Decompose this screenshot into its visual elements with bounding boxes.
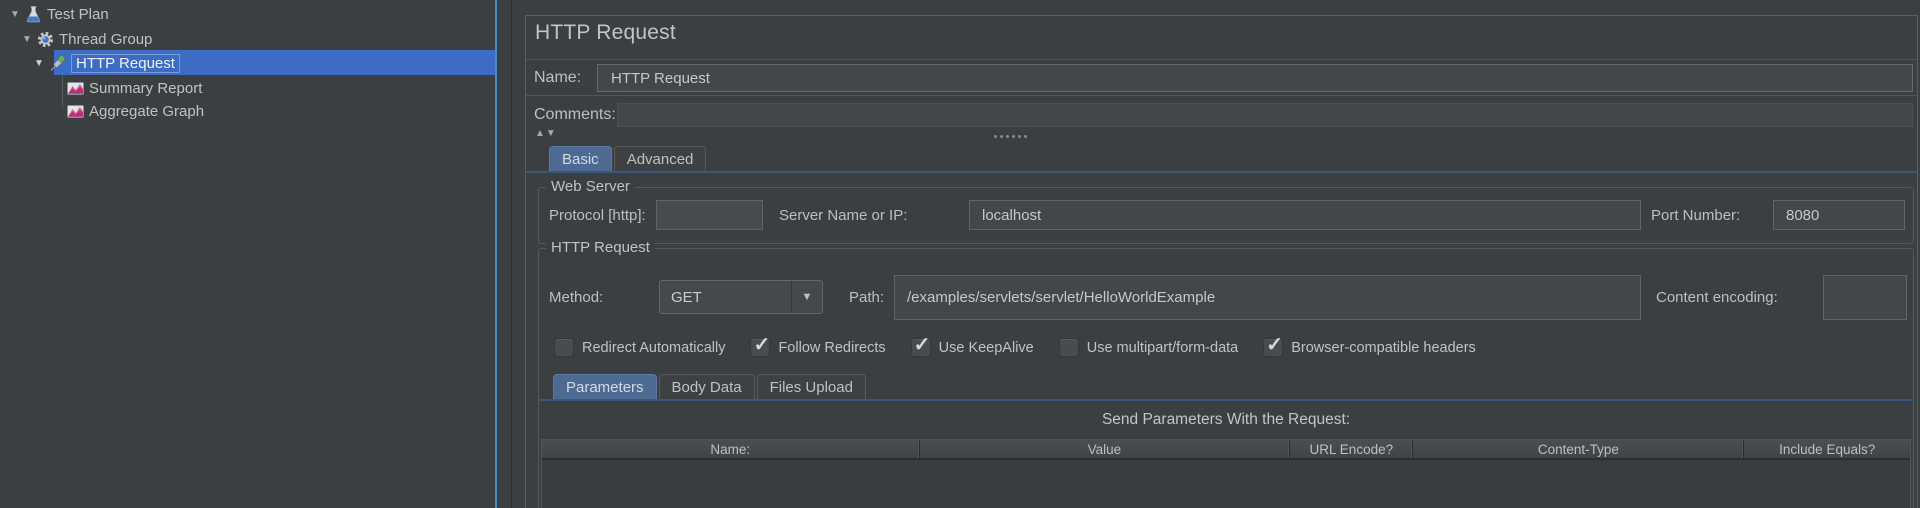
- column-header-include-equals[interactable]: Include Equals?: [1744, 440, 1910, 458]
- tab-underline: [526, 171, 1917, 173]
- method-selected-value: GET: [671, 281, 702, 313]
- test-plan-tree: ▼ Test Plan ▼ Thread Group ▼ HTTP Reques…: [0, 0, 495, 508]
- tab-body-data[interactable]: Body Data: [659, 374, 755, 399]
- server-name-input[interactable]: localhost: [969, 200, 1641, 230]
- thread-group-icon: [36, 30, 55, 49]
- split-pane-divider[interactable]: [495, 0, 497, 508]
- chevron-down-icon: ▼: [802, 291, 813, 303]
- tree-item-label: Aggregate Graph: [89, 103, 204, 120]
- expand-arrow-icon[interactable]: ▼: [32, 58, 46, 69]
- port-number-input[interactable]: 8080: [1773, 200, 1905, 230]
- http-request-icon: [48, 54, 67, 73]
- tree-item-label: Test Plan: [47, 6, 109, 23]
- tree-item-aggregate-graph[interactable]: Aggregate Graph: [0, 99, 495, 123]
- http-request-group: HTTP Request Method: GET ▼ Path: /exampl…: [538, 248, 1914, 508]
- tab-advanced[interactable]: Advanced: [614, 146, 707, 171]
- chart-icon: [66, 102, 85, 121]
- column-header-name[interactable]: Name:: [542, 440, 920, 458]
- path-label: Path:: [849, 289, 884, 306]
- test-plan-icon: [24, 5, 43, 24]
- protocol-input[interactable]: [656, 200, 763, 230]
- checkbox-icon[interactable]: [912, 339, 930, 357]
- tree-item-label: Thread Group: [59, 31, 152, 48]
- mode-tabs: Basic Advanced: [549, 146, 708, 171]
- send-parameters-title: Send Parameters With the Request:: [539, 411, 1913, 433]
- expand-arrow-icon[interactable]: ▼: [8, 9, 22, 20]
- path-input[interactable]: /examples/servlets/servlet/HelloWorldExa…: [894, 275, 1641, 320]
- checkbox-follow-redirects[interactable]: Follow Redirects: [751, 339, 885, 357]
- tab-basic[interactable]: Basic: [549, 146, 612, 171]
- checkbox-browser-compatible-headers[interactable]: Browser-compatible headers: [1264, 339, 1476, 357]
- http-request-editor: HTTP Request Name: HTTP Request Comments…: [525, 15, 1918, 508]
- splitter-grip-icon[interactable]: [994, 135, 1034, 139]
- parameters-table-header: Name: Value URL Encode? Content-Type Inc…: [542, 440, 1910, 460]
- checkbox-icon[interactable]: [1060, 339, 1078, 357]
- name-label: Name:: [534, 60, 581, 95]
- protocol-label: Protocol [http]:: [549, 207, 646, 224]
- checkbox-label: Redirect Automatically: [582, 340, 725, 356]
- group-legend: Web Server: [546, 178, 635, 195]
- checkbox-icon[interactable]: [1264, 339, 1282, 357]
- expand-arrow-icon[interactable]: ▼: [20, 34, 34, 45]
- dropdown-arrow-button[interactable]: ▼: [791, 281, 822, 313]
- comments-input[interactable]: [617, 103, 1913, 127]
- checkbox-label: Use KeepAlive: [939, 340, 1034, 356]
- tree-item-http-request[interactable]: ▼ HTTP Request: [0, 51, 495, 75]
- checkbox-label: Follow Redirects: [778, 340, 885, 356]
- tree-item-label: Summary Report: [89, 80, 202, 97]
- tree-item-summary-report[interactable]: Summary Report: [0, 76, 495, 100]
- tab-underline: [539, 399, 1913, 401]
- tab-files-upload[interactable]: Files Upload: [757, 374, 866, 399]
- name-input[interactable]: HTTP Request: [597, 64, 1913, 92]
- server-name-label: Server Name or IP:: [779, 207, 907, 224]
- method-label: Method:: [549, 289, 603, 306]
- collapse-toggle-icon[interactable]: ▲▼: [535, 128, 557, 139]
- checkbox-label: Use multipart/form-data: [1087, 340, 1239, 356]
- tab-parameters[interactable]: Parameters: [553, 374, 657, 399]
- method-dropdown[interactable]: GET ▼: [659, 280, 823, 314]
- jmeter-window: ▼ Test Plan ▼ Thread Group ▼ HTTP Reques…: [0, 0, 1920, 508]
- group-legend: HTTP Request: [546, 239, 655, 256]
- tree-item-label: HTTP Request: [71, 54, 180, 73]
- split-pane-divider-line: [511, 0, 512, 508]
- checkbox-use-multipart[interactable]: Use multipart/form-data: [1060, 339, 1239, 357]
- checkbox-icon[interactable]: [555, 339, 573, 357]
- tree-item-thread-group[interactable]: ▼ Thread Group: [0, 27, 495, 51]
- web-server-group: Web Server Protocol [http]: Server Name …: [538, 187, 1914, 244]
- checkbox-redirect-automatically[interactable]: Redirect Automatically: [555, 339, 725, 357]
- comments-label: Comments:: [534, 103, 616, 127]
- options-checkbox-row: Redirect Automatically Follow Redirects …: [555, 335, 1476, 361]
- tree-item-test-plan[interactable]: ▼ Test Plan: [0, 2, 495, 26]
- checkbox-use-keepalive[interactable]: Use KeepAlive: [912, 339, 1034, 357]
- column-header-value[interactable]: Value: [920, 440, 1291, 458]
- name-row: Name: HTTP Request: [526, 59, 1917, 96]
- parameter-tabs: Parameters Body Data Files Upload: [553, 372, 868, 399]
- checkbox-icon[interactable]: [751, 339, 769, 357]
- column-header-url-encode[interactable]: URL Encode?: [1290, 440, 1413, 458]
- checkbox-label: Browser-compatible headers: [1291, 340, 1476, 356]
- port-number-label: Port Number:: [1651, 207, 1740, 224]
- parameters-table[interactable]: Name: Value URL Encode? Content-Type Inc…: [541, 439, 1911, 508]
- page-title: HTTP Request: [535, 21, 676, 45]
- content-encoding-label: Content encoding:: [1656, 289, 1778, 306]
- content-encoding-input[interactable]: [1823, 275, 1907, 320]
- column-header-content-type[interactable]: Content-Type: [1413, 440, 1744, 458]
- chart-icon: [66, 79, 85, 98]
